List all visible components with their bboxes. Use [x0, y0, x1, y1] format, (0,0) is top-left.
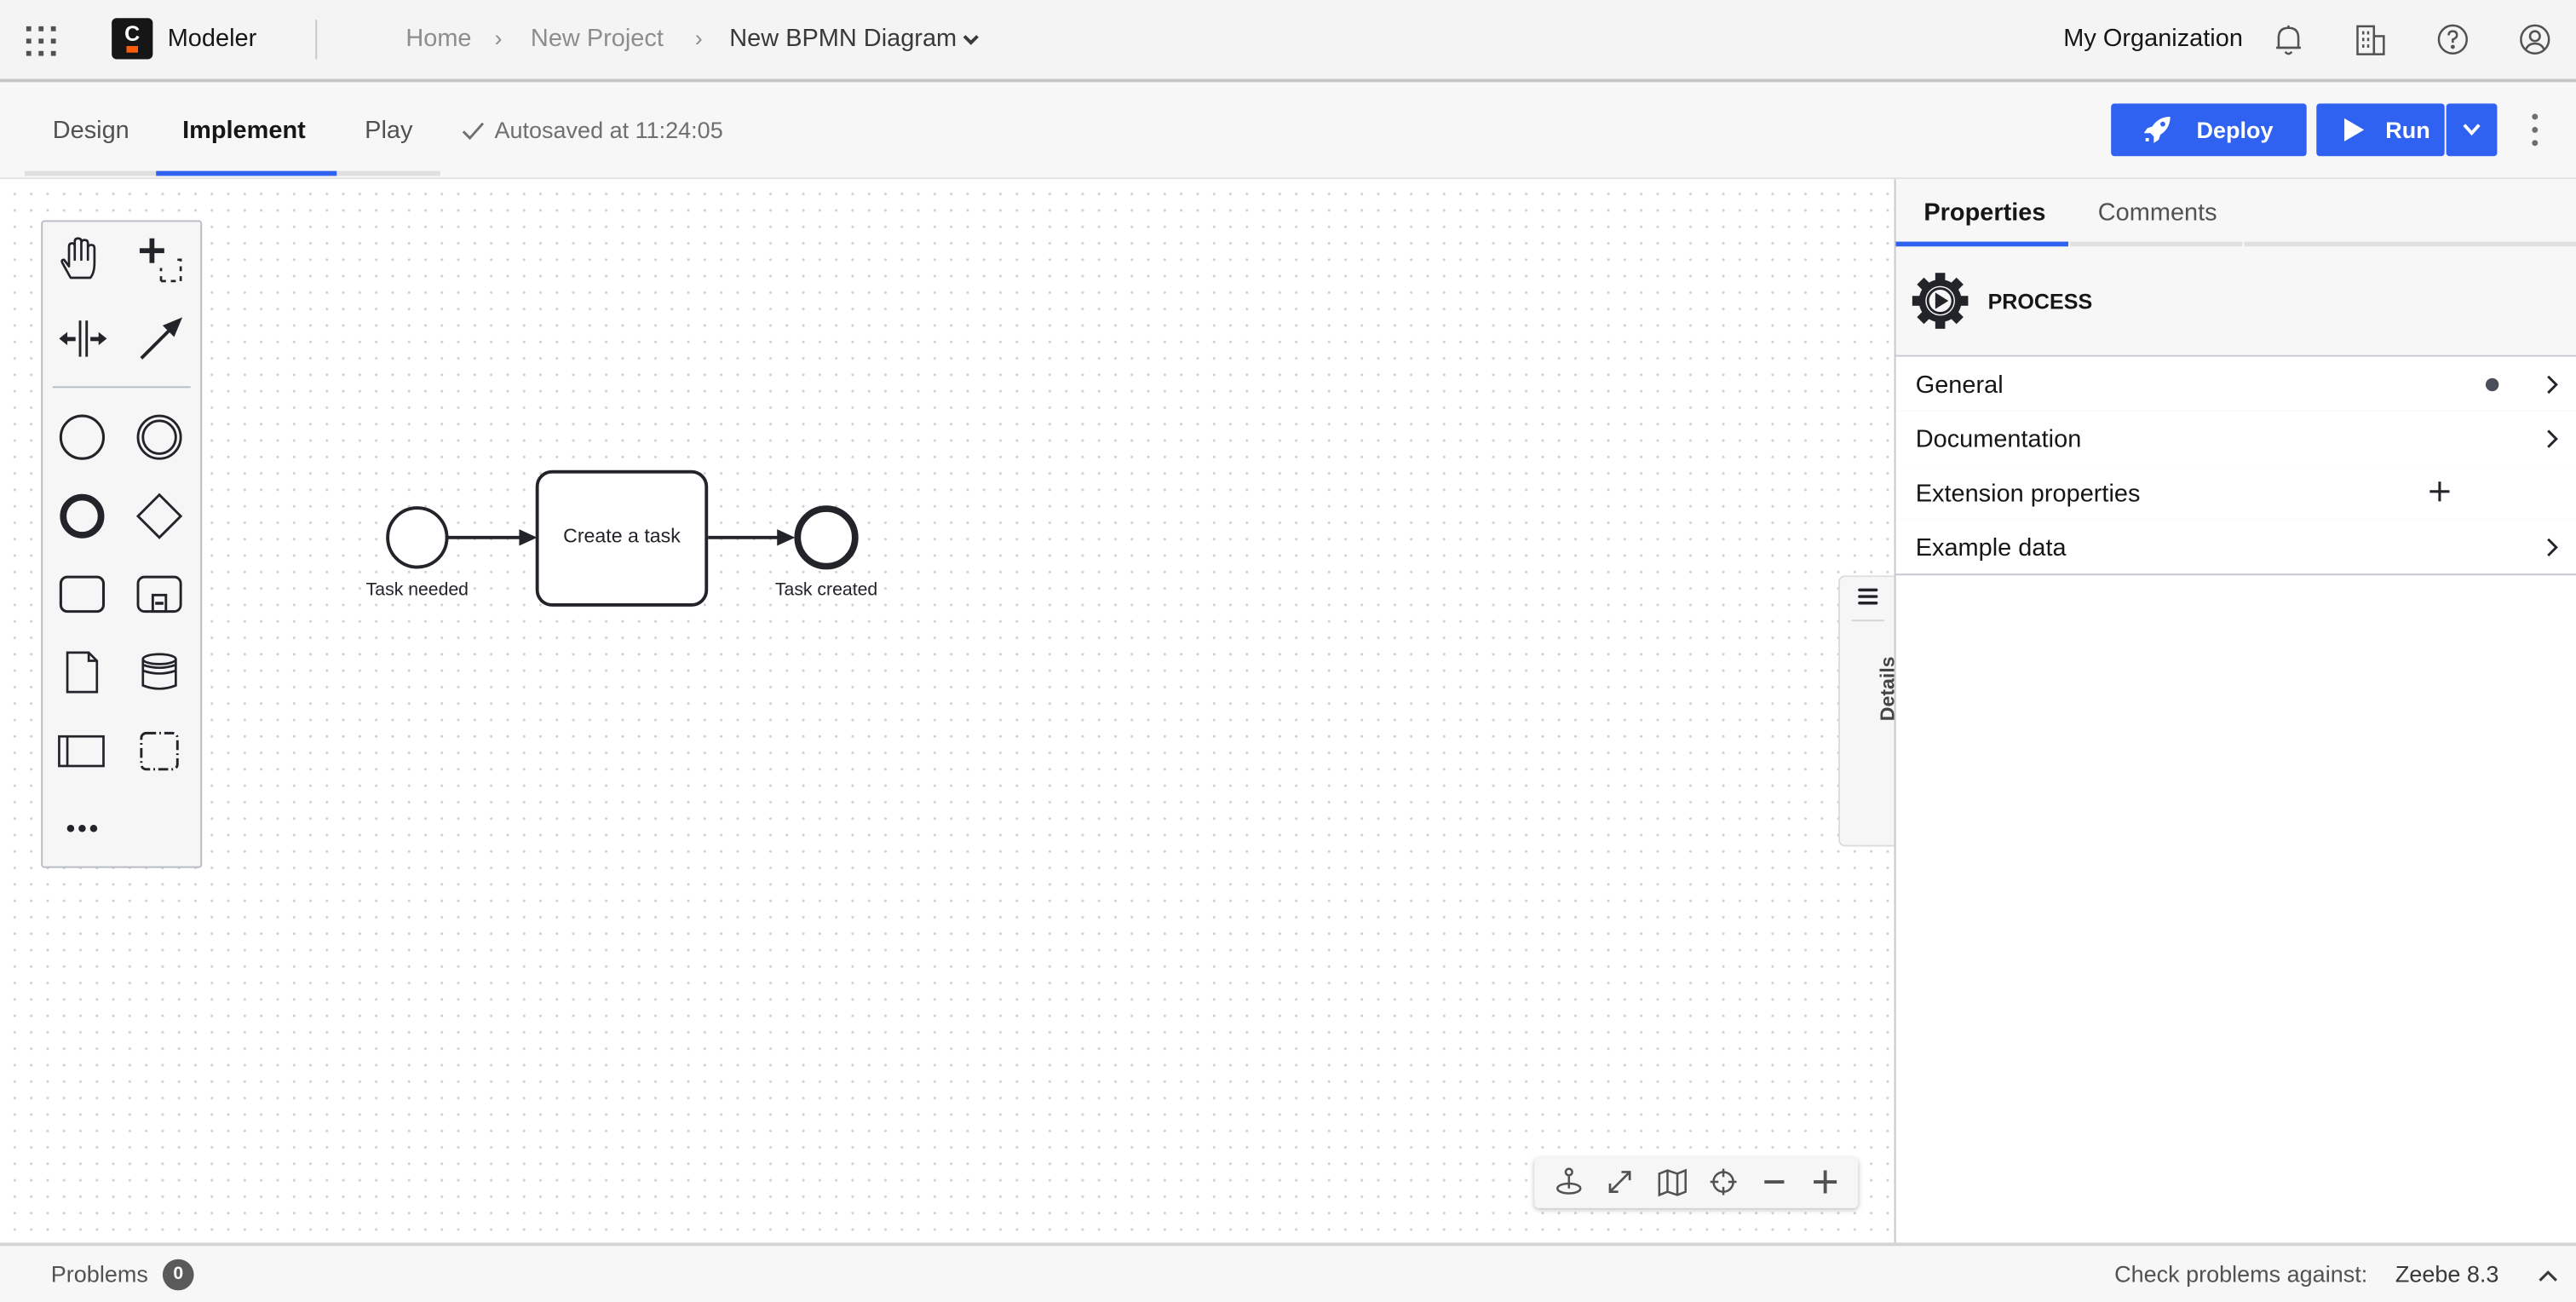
- run-options-dropdown-button[interactable]: [2446, 103, 2498, 157]
- play-icon: [2343, 117, 2366, 143]
- subprocess-icon[interactable]: [126, 561, 192, 626]
- chevron-up-icon[interactable]: [2535, 1265, 2562, 1285]
- process-gear-play-icon: [1911, 271, 1969, 330]
- header-divider: [315, 20, 318, 60]
- fullscreen-icon[interactable]: [1603, 1166, 1636, 1199]
- center-view-icon[interactable]: [1707, 1166, 1740, 1199]
- notification-bell-icon[interactable]: [2270, 21, 2306, 57]
- breadcrumb-home[interactable]: Home: [405, 25, 471, 53]
- breadcrumb-separator: ›: [694, 24, 703, 51]
- tab-underline: [336, 170, 440, 176]
- sequence-flow[interactable]: [708, 529, 796, 546]
- tab-play[interactable]: Play: [365, 117, 412, 145]
- group-example-data[interactable]: Example data: [1895, 519, 2576, 576]
- group-general[interactable]: General: [1895, 356, 2576, 413]
- breadcrumb-project[interactable]: New Project: [531, 25, 664, 53]
- group-extension-properties[interactable]: Extension properties: [1895, 464, 2576, 521]
- tab-underline: [24, 170, 157, 176]
- breadcrumb-separator: ›: [494, 24, 503, 51]
- group-label: General: [1915, 371, 2004, 400]
- deploy-button[interactable]: Deploy: [2111, 103, 2307, 157]
- element-type-label: PROCESS: [1987, 289, 2093, 314]
- lasso-tool-icon[interactable]: [128, 227, 193, 292]
- autosave-status: Autosaved at 11:24:05: [494, 116, 723, 143]
- end-event-icon[interactable]: [49, 483, 115, 549]
- chevron-right-icon: [2543, 373, 2559, 396]
- help-icon[interactable]: [2435, 21, 2470, 57]
- tab-underline-active: [156, 170, 337, 176]
- tab-implement[interactable]: Implement: [182, 117, 306, 145]
- deploy-label: Deploy: [2196, 116, 2274, 143]
- zoom-in-icon[interactable]: [1808, 1166, 1842, 1199]
- data-indicator-dot: [2485, 377, 2499, 392]
- global-connect-tool-icon[interactable]: [128, 306, 193, 372]
- chevron-down-icon: [2461, 120, 2482, 140]
- hand-tool-icon[interactable]: [49, 227, 115, 292]
- group-icon[interactable]: [126, 718, 192, 784]
- organization-name[interactable]: My Organization: [2063, 25, 2243, 53]
- group-documentation[interactable]: Documentation: [1895, 411, 2576, 467]
- run-label: Run: [2385, 116, 2430, 143]
- more-elements-icon[interactable]: [49, 796, 115, 861]
- end-event[interactable]: [794, 505, 859, 570]
- logo-letter: C: [124, 21, 141, 47]
- overflow-menu-icon[interactable]: [2527, 110, 2543, 149]
- app-switcher-icon[interactable]: [23, 23, 59, 59]
- start-event-icon[interactable]: [49, 405, 115, 470]
- engine-version-selector[interactable]: Zeebe 8.3: [2395, 1261, 2499, 1288]
- organization-building-icon[interactable]: [2353, 21, 2389, 57]
- logo-accent: [126, 46, 138, 53]
- palette-divider: [52, 386, 191, 389]
- problems-toggle[interactable]: Problems: [51, 1261, 148, 1288]
- rocket-icon: [2141, 113, 2174, 147]
- reset-view-icon[interactable]: [1552, 1166, 1585, 1199]
- pool-participant-icon[interactable]: [49, 718, 115, 784]
- gateway-icon[interactable]: [126, 483, 192, 549]
- intermediate-event-icon[interactable]: [126, 405, 192, 470]
- breadcrumb-current-diagram[interactable]: New BPMN Diagram: [729, 25, 957, 53]
- add-extension-property-plus-icon[interactable]: [2428, 480, 2451, 503]
- chevron-right-icon: [2543, 428, 2559, 451]
- tab-comments[interactable]: Comments: [2098, 199, 2217, 227]
- data-object-icon[interactable]: [49, 639, 115, 705]
- details-divider: [1851, 619, 1885, 622]
- group-label: Extension properties: [1915, 480, 2141, 509]
- tab-properties[interactable]: Properties: [1923, 199, 2045, 227]
- user-profile-icon[interactable]: [2517, 21, 2553, 57]
- task-icon[interactable]: [49, 561, 115, 626]
- space-tool-icon[interactable]: [49, 306, 115, 372]
- data-store-icon[interactable]: [126, 639, 192, 705]
- app-name: Modeler: [167, 24, 257, 53]
- zoom-out-icon[interactable]: [1758, 1166, 1791, 1199]
- diagram-menu-chevron-down-icon[interactable]: [961, 30, 980, 49]
- camunda-logo[interactable]: C: [112, 18, 153, 60]
- start-event-label[interactable]: Task needed: [335, 580, 499, 600]
- end-event-label[interactable]: Task created: [745, 580, 909, 600]
- tab-design[interactable]: Design: [53, 117, 129, 145]
- problems-count-badge: 0: [162, 1259, 194, 1291]
- check-problems-label: Check problems against:: [2114, 1260, 2368, 1288]
- start-event[interactable]: [386, 506, 449, 569]
- details-lines-icon: [1856, 585, 1879, 608]
- minimap-icon[interactable]: [1656, 1166, 1689, 1199]
- sequence-flow[interactable]: [446, 529, 538, 546]
- task-label[interactable]: Create a task: [538, 524, 707, 547]
- diagram-canvas[interactable]: [0, 179, 1895, 1243]
- group-label: Documentation: [1915, 425, 2082, 454]
- run-button[interactable]: Run: [2316, 103, 2445, 157]
- group-label: Example data: [1915, 533, 2067, 562]
- chevron-right-icon: [2543, 536, 2559, 559]
- checkmark-icon: [460, 120, 486, 143]
